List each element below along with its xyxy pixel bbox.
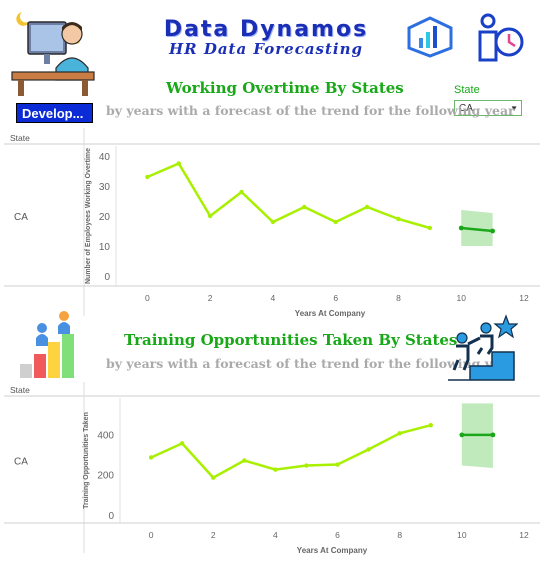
y-tick-label: 30 — [99, 182, 111, 193]
series-point — [396, 216, 401, 222]
x-tick-label: 10 — [457, 530, 467, 540]
achievement-illustration — [446, 314, 519, 382]
series-point — [270, 219, 276, 225]
series-point — [273, 467, 278, 472]
x-tick-label: 12 — [519, 530, 529, 540]
forecast-point — [490, 228, 496, 234]
x-axis-label: Years At Company — [297, 546, 368, 555]
y-tick-label: 40 — [99, 152, 111, 163]
state-filter-label: State — [454, 84, 480, 96]
y-tick-label: 200 — [97, 471, 114, 482]
employee-time-icon — [478, 13, 524, 62]
y-tick-label: 0 — [104, 272, 110, 283]
series-point — [397, 431, 402, 436]
series-point — [179, 441, 185, 446]
x-tick-label: 4 — [273, 530, 278, 540]
x-tick-label: 2 — [208, 293, 213, 303]
x-tick-label: 10 — [456, 293, 466, 303]
series-point — [239, 189, 244, 195]
climbing-stairs-icon — [448, 314, 519, 381]
series-point — [145, 174, 150, 180]
series-point — [148, 455, 154, 460]
x-tick-label: 6 — [335, 530, 340, 540]
x-tick-label: 6 — [333, 293, 338, 303]
employee-time-illustration — [472, 12, 532, 66]
chart1-subtitle: by years with a forecast of the trend fo… — [106, 103, 515, 118]
series-point — [207, 213, 213, 219]
x-tick-label: 8 — [397, 530, 402, 540]
series-point — [242, 458, 247, 463]
series-point — [211, 475, 216, 480]
series-point — [366, 447, 371, 452]
x-tick-label: 12 — [519, 293, 529, 303]
series-point — [304, 463, 309, 468]
y-axis-label: Training Opportunities Taken — [83, 412, 90, 509]
series-point — [427, 225, 433, 231]
y-tick-label: 10 — [99, 242, 111, 253]
row-header-label: State — [10, 385, 30, 395]
y-tick-label: 0 — [108, 511, 114, 522]
chart1-panel: State CA 0 10 20 30 40 0 2 4 6 8 10 12 Years At Compan… — [4, 128, 540, 318]
series-point — [428, 422, 433, 428]
developer-at-desk-icon — [11, 12, 95, 96]
forecast-point — [459, 432, 465, 438]
row-label: CA — [14, 212, 28, 223]
app-title: Data Dynamos — [163, 17, 369, 42]
developer-illustration — [10, 6, 96, 98]
x-tick-label: 2 — [211, 530, 216, 540]
chart2-title: Training Opportunities Taken By States — [124, 331, 458, 349]
y-tick-label: 20 — [99, 212, 111, 223]
y-tick-label: 400 — [97, 430, 114, 441]
series-point — [176, 161, 181, 166]
developer-button[interactable]: Develop... — [16, 103, 93, 123]
series-point — [364, 204, 370, 210]
app-subtitle: HR Data Forecasting — [168, 40, 364, 58]
overtime-chart: State CA 0 10 20 30 40 0 2 4 6 8 10 12 Years At Compan… — [4, 128, 540, 318]
chart2-panel: State CA 0 200 400 0 2 4 6 8 10 12 Years At Company T… — [4, 382, 540, 564]
y-axis-label: Number of Employees Working Overtime — [85, 148, 92, 284]
series-point — [335, 462, 340, 467]
series-line — [150, 423, 432, 480]
bar-chart-people-icon — [20, 311, 74, 378]
x-tick-label: 8 — [396, 293, 401, 303]
row-header-label: State — [10, 133, 30, 143]
forecast-point — [458, 225, 464, 231]
data-dynamos-logo-icon — [407, 16, 453, 58]
x-tick-label: 0 — [149, 530, 154, 540]
training-chart: State CA 0 200 400 0 2 4 6 8 10 12 Years At Company T… — [4, 382, 540, 555]
training-illustration — [18, 308, 88, 380]
series-point — [333, 219, 338, 225]
series-line — [146, 161, 431, 230]
chart1-title: Working Overtime By States — [166, 79, 404, 97]
row-label: CA — [14, 457, 28, 468]
x-tick-label: 0 — [145, 293, 150, 303]
x-axis-label: Years At Company — [295, 309, 366, 318]
x-tick-label: 4 — [271, 293, 276, 303]
logo — [405, 16, 455, 58]
forecast-point — [490, 432, 496, 438]
series-point — [302, 204, 307, 210]
